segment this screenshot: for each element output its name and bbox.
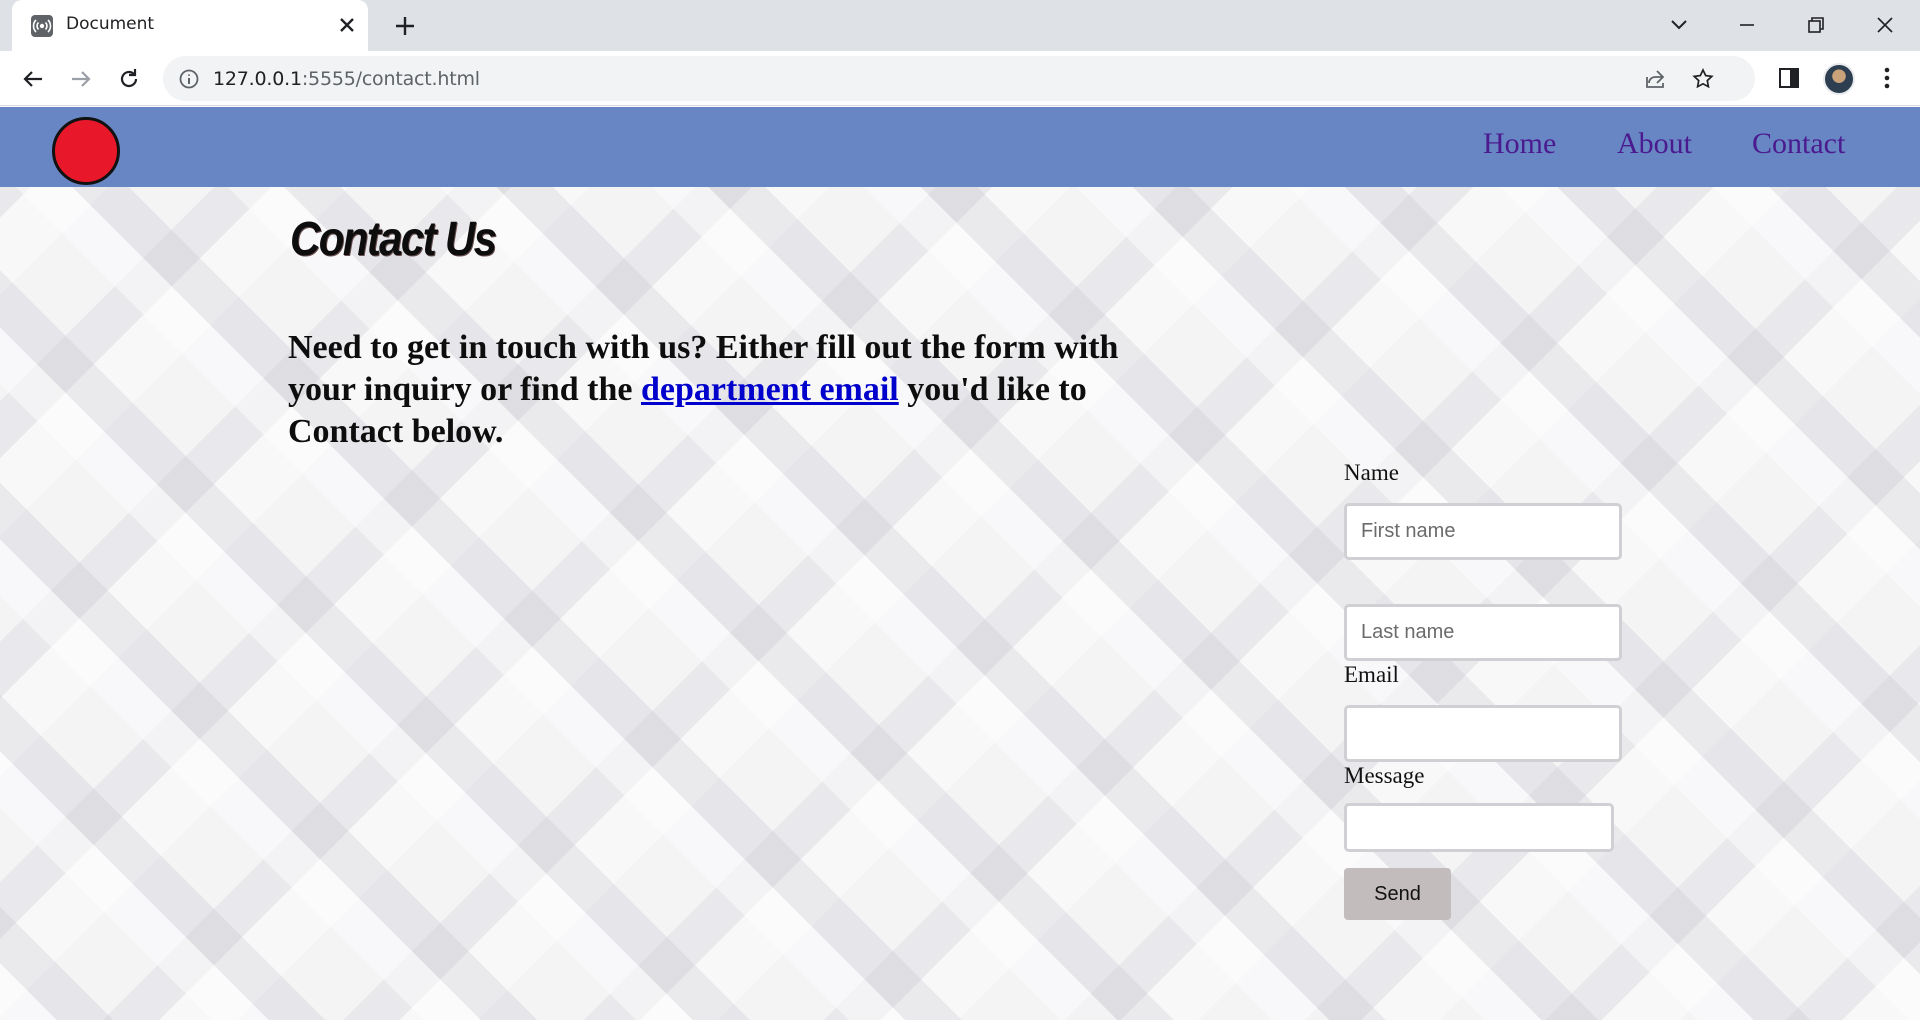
forward-arrow-icon[interactable] <box>66 64 96 94</box>
info-icon[interactable] <box>177 67 201 91</box>
broadcast-favicon-icon <box>31 15 53 37</box>
page-title: Contact Us <box>290 213 497 266</box>
name-label: Name <box>1344 460 1399 485</box>
back-arrow-icon[interactable] <box>18 64 48 94</box>
message-label: Message <box>1344 763 1425 788</box>
nav-contact-link[interactable]: Contact <box>1752 127 1845 161</box>
department-email-link[interactable]: department email <box>641 371 899 408</box>
email-input[interactable] <box>1344 705 1622 762</box>
browser-tabstrip: Document <box>0 0 1920 51</box>
nav-home-link[interactable]: Home <box>1483 127 1556 161</box>
reload-icon[interactable] <box>114 64 144 94</box>
close-icon[interactable] <box>335 13 359 37</box>
url-host: 127.0.0.1 <box>213 68 302 90</box>
window-close-icon[interactable] <box>1870 10 1900 40</box>
browser-toolbar: 127.0.0.1:5555/contact.html <box>0 51 1920 106</box>
site-logo[interactable] <box>52 117 120 185</box>
site-header: Home About Contact <box>0 107 1920 187</box>
kebab-menu-icon[interactable] <box>1875 64 1899 92</box>
email-label: Email <box>1344 662 1399 687</box>
star-icon[interactable] <box>1691 67 1715 91</box>
intro-paragraph: Need to get in touch with us? Either fil… <box>288 327 1148 453</box>
browser-tab[interactable]: Document <box>12 0 368 51</box>
share-icon[interactable] <box>1643 67 1667 91</box>
url-path: :5555/contact.html <box>301 68 480 90</box>
url-text: 127.0.0.1:5555/contact.html <box>213 68 480 90</box>
side-panel-icon[interactable] <box>1776 65 1802 91</box>
avatar[interactable] <box>1823 63 1855 95</box>
nav-about-link[interactable]: About <box>1617 127 1692 161</box>
message-textarea[interactable] <box>1344 803 1614 852</box>
minimize-icon[interactable] <box>1732 10 1762 40</box>
chevron-down-icon[interactable] <box>1664 10 1694 40</box>
page-viewport: Home About Contact Contact Us Need to ge… <box>0 107 1920 1020</box>
first-name-input[interactable] <box>1344 503 1622 560</box>
restore-icon[interactable] <box>1801 10 1831 40</box>
plus-icon[interactable] <box>391 12 419 40</box>
address-bar[interactable]: 127.0.0.1:5555/contact.html <box>163 56 1755 101</box>
send-button[interactable]: Send <box>1344 868 1451 920</box>
tab-title: Document <box>66 14 155 34</box>
last-name-input[interactable] <box>1344 604 1622 661</box>
